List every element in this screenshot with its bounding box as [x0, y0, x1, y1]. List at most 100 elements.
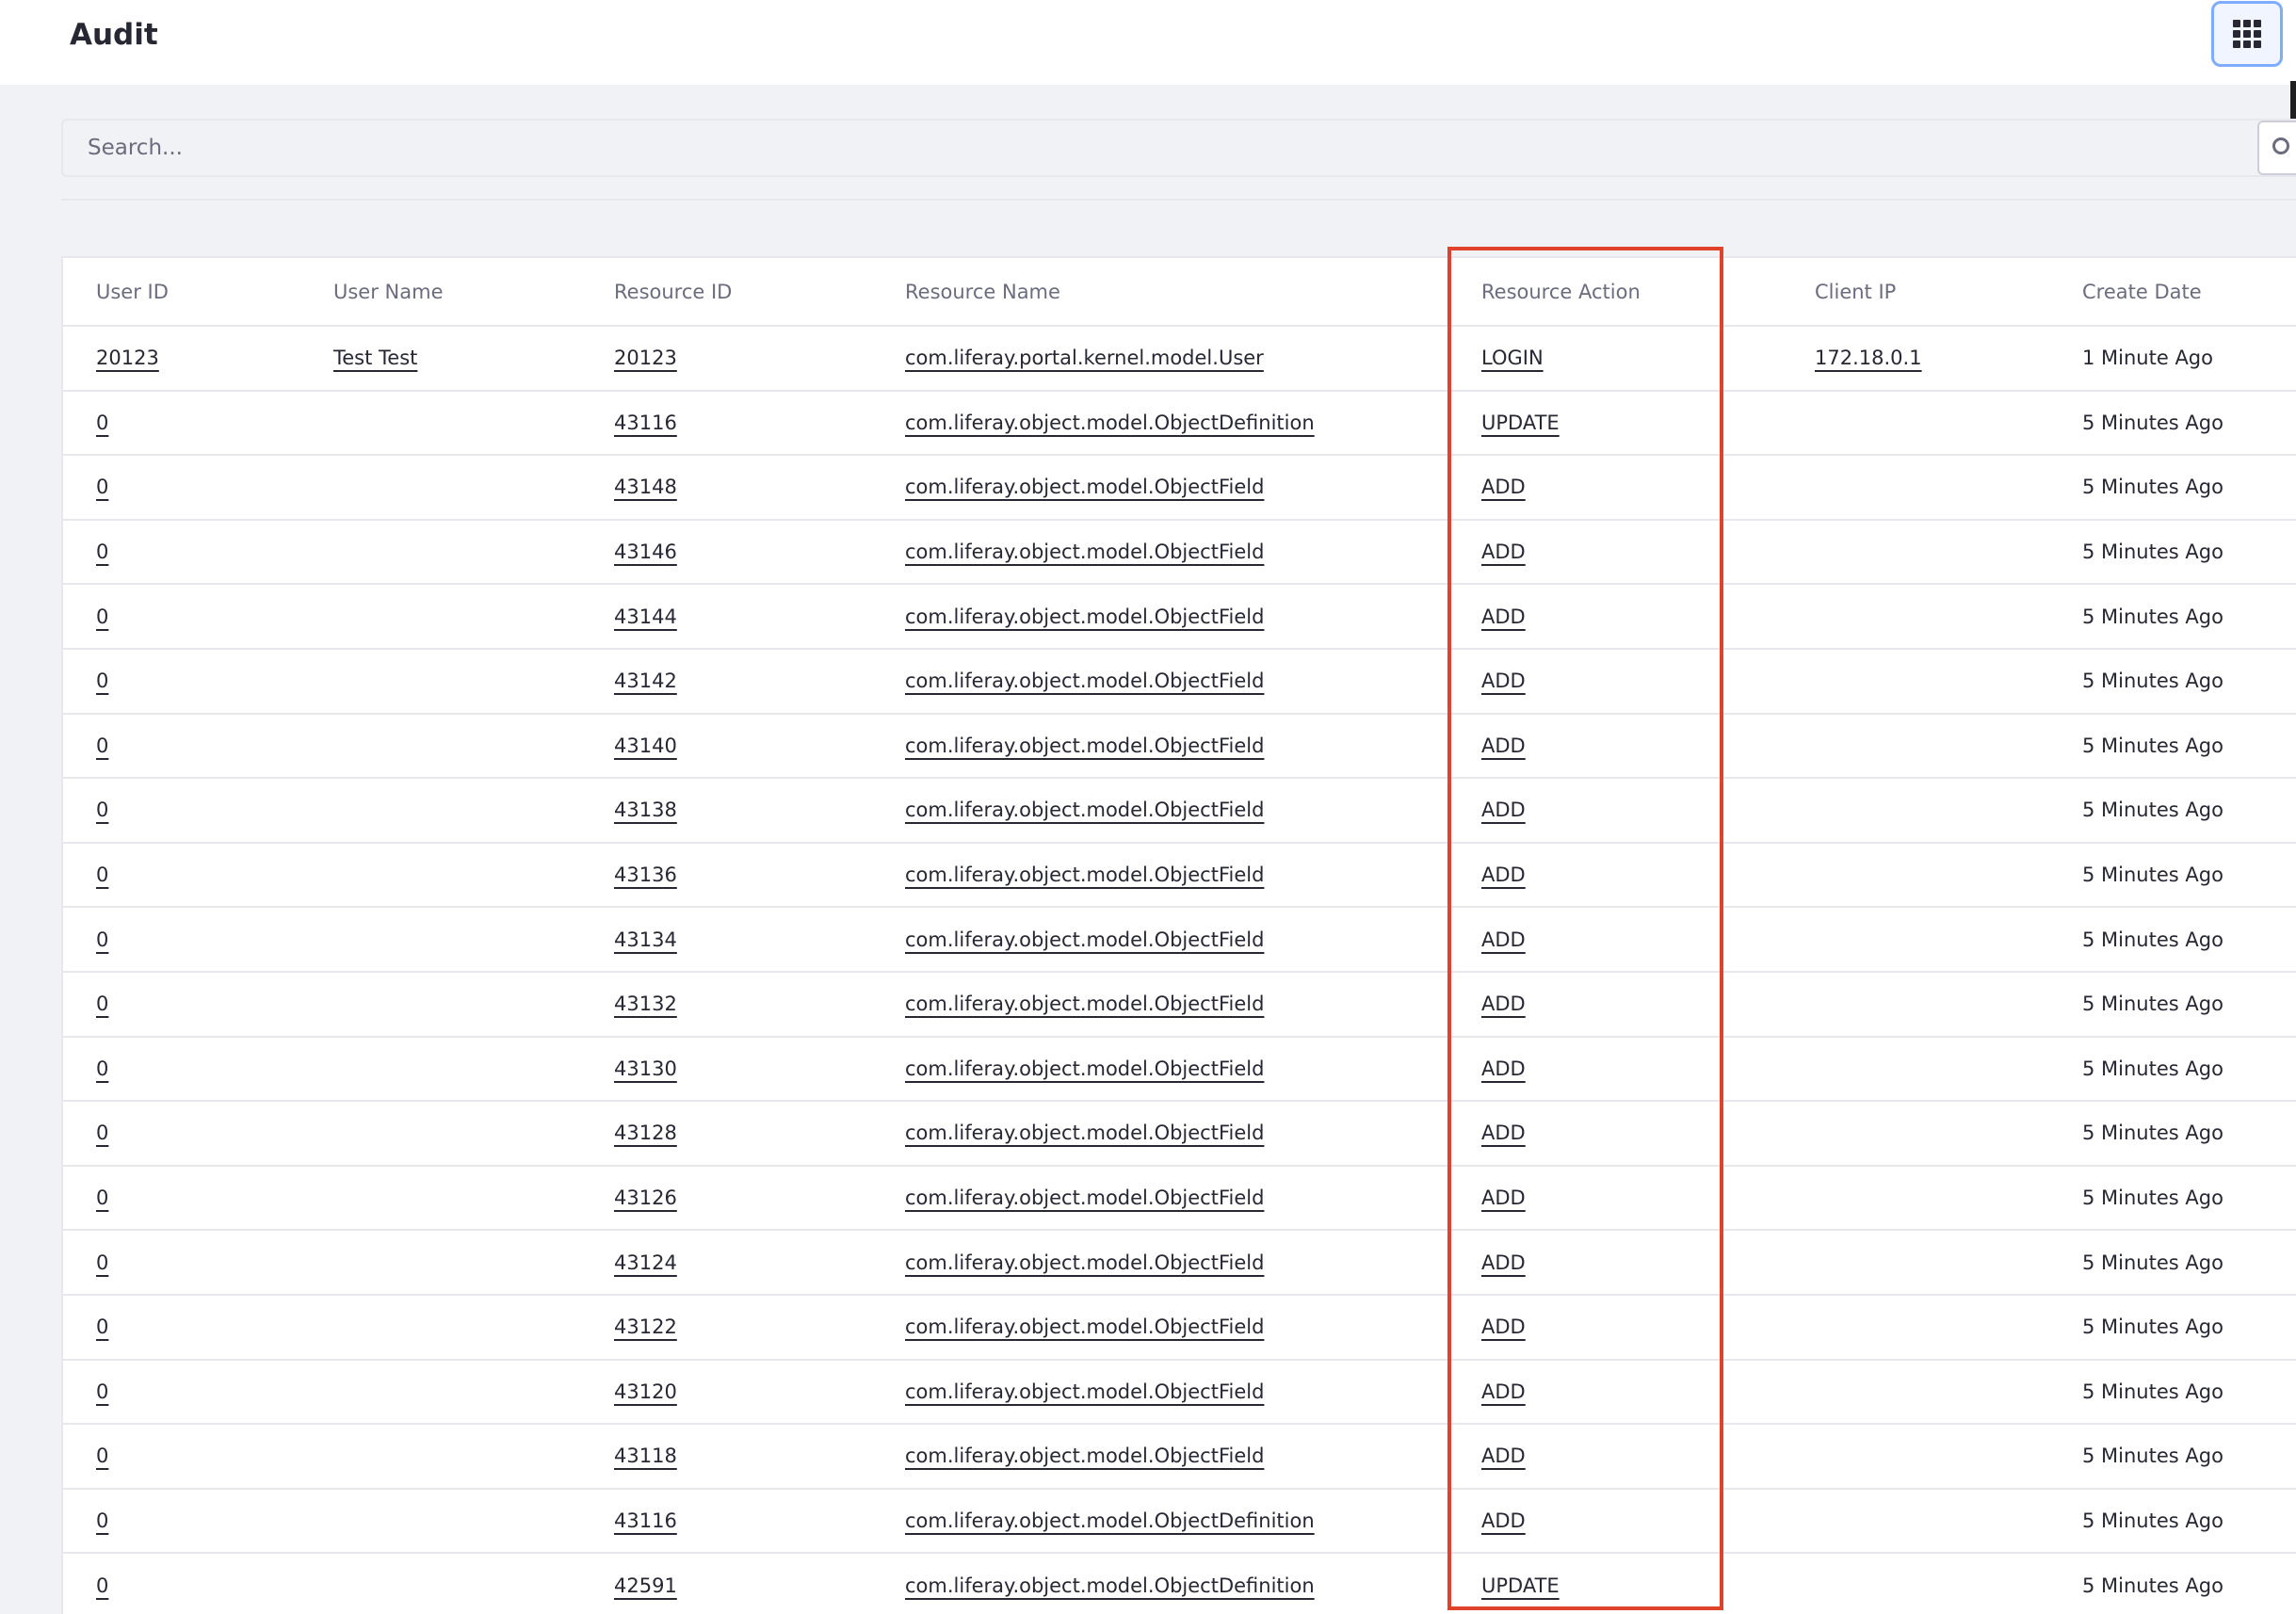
resource-id-link[interactable]: 20123: [614, 347, 677, 369]
user-id-link[interactable]: 0: [96, 1057, 108, 1080]
user-id-link[interactable]: 0: [96, 412, 108, 434]
resource-id-link[interactable]: 43122: [614, 1315, 677, 1338]
cell-user-id: 0: [63, 1230, 300, 1296]
cell-create-date: 5 Minutes Ago: [2049, 1424, 2296, 1490]
user-id-link[interactable]: 0: [96, 1251, 108, 1274]
resource-action-link[interactable]: ADD: [1481, 1122, 1526, 1144]
resource-id-link[interactable]: 43138: [614, 799, 677, 821]
apps-menu-button[interactable]: [2211, 1, 2283, 67]
column-header-client-ip[interactable]: Client IP: [1782, 258, 2049, 327]
resource-action-link[interactable]: ADD: [1481, 1315, 1526, 1338]
resource-action-link[interactable]: ADD: [1481, 476, 1526, 498]
resource-id-link[interactable]: 43136: [614, 863, 677, 886]
user-id-link[interactable]: 0: [96, 1445, 108, 1467]
resource-action-link[interactable]: ADD: [1481, 1057, 1526, 1080]
user-id-link[interactable]: 20123: [96, 347, 159, 369]
column-header-user-id[interactable]: User ID: [63, 258, 300, 327]
search-input[interactable]: [65, 122, 2259, 173]
resource-name-link[interactable]: com.liferay.object.model.ObjectDefinitio…: [905, 1574, 1315, 1597]
resource-id-link[interactable]: 43146: [614, 541, 677, 563]
client-ip-link[interactable]: 172.18.0.1: [1815, 347, 1922, 369]
resource-action-link[interactable]: ADD: [1481, 1380, 1526, 1403]
resource-name-link[interactable]: com.liferay.object.model.ObjectField: [905, 1122, 1264, 1144]
resource-action-link[interactable]: ADD: [1481, 734, 1526, 757]
resource-action-link[interactable]: ADD: [1481, 928, 1526, 951]
resource-id-link[interactable]: 43134: [614, 928, 677, 951]
resource-action-link[interactable]: ADD: [1481, 1186, 1526, 1209]
resource-action-link[interactable]: ADD: [1481, 541, 1526, 563]
resource-name-link[interactable]: com.liferay.object.model.ObjectField: [905, 993, 1264, 1015]
resource-action-link[interactable]: ADD: [1481, 799, 1526, 821]
resource-action-link[interactable]: UPDATE: [1481, 1574, 1560, 1597]
resource-id-link[interactable]: 43128: [614, 1122, 677, 1144]
user-id-link[interactable]: 0: [96, 734, 108, 757]
resource-action-link[interactable]: LOGIN: [1481, 347, 1544, 369]
user-id-link[interactable]: 0: [96, 928, 108, 951]
user-id-link[interactable]: 0: [96, 1315, 108, 1338]
resource-action-link[interactable]: ADD: [1481, 1509, 1526, 1532]
resource-name-link[interactable]: com.liferay.object.model.ObjectField: [905, 928, 1264, 951]
resource-id-link[interactable]: 43126: [614, 1186, 677, 1209]
resource-name-link[interactable]: com.liferay.object.model.ObjectField: [905, 1380, 1264, 1403]
resource-action-link[interactable]: ADD: [1481, 670, 1526, 692]
resource-name-link[interactable]: com.liferay.object.model.ObjectField: [905, 1251, 1264, 1274]
resource-action-link[interactable]: ADD: [1481, 993, 1526, 1015]
resource-id-link[interactable]: 43148: [614, 476, 677, 498]
user-id-link[interactable]: 0: [96, 670, 108, 692]
user-id-link[interactable]: 0: [96, 605, 108, 628]
user-id-link[interactable]: 0: [96, 863, 108, 886]
user-id-link[interactable]: 0: [96, 1509, 108, 1532]
user-id-link[interactable]: 0: [96, 1574, 108, 1597]
resource-id-link[interactable]: 43132: [614, 993, 677, 1015]
column-header-user-name[interactable]: User Name: [300, 258, 581, 327]
resource-id-link[interactable]: 43142: [614, 670, 677, 692]
resource-name-link[interactable]: com.liferay.object.model.ObjectField: [905, 734, 1264, 757]
resource-name-link[interactable]: com.liferay.object.model.ObjectField: [905, 476, 1264, 498]
resource-name-link[interactable]: com.liferay.object.model.ObjectField: [905, 1445, 1264, 1467]
resource-id-link[interactable]: 43140: [614, 734, 677, 757]
resource-name-link[interactable]: com.liferay.object.model.ObjectField: [905, 799, 1264, 821]
cell-resource-id: 20123: [581, 326, 872, 392]
user-id-link[interactable]: 0: [96, 1186, 108, 1209]
resource-action-link[interactable]: ADD: [1481, 863, 1526, 886]
resource-name-link[interactable]: com.liferay.object.model.ObjectField: [905, 541, 1264, 563]
user-id-link[interactable]: 0: [96, 799, 108, 821]
cell-client-ip: [1782, 1165, 2049, 1232]
resource-action-link[interactable]: UPDATE: [1481, 412, 1560, 434]
user-id-link[interactable]: 0: [96, 1122, 108, 1144]
resource-action-link[interactable]: ADD: [1481, 1445, 1526, 1467]
column-header-create-date[interactable]: Create Date: [2049, 258, 2296, 327]
user-name-link[interactable]: Test Test: [333, 347, 417, 369]
resource-name-link[interactable]: com.liferay.object.model.ObjectField: [905, 1315, 1264, 1338]
resource-name-link[interactable]: com.liferay.object.model.ObjectField: [905, 605, 1264, 628]
resource-id-link[interactable]: 43124: [614, 1251, 677, 1274]
user-id-link[interactable]: 0: [96, 541, 108, 563]
resource-id-link[interactable]: 42591: [614, 1574, 677, 1597]
resource-id-link[interactable]: 43144: [614, 605, 677, 628]
resource-name-link[interactable]: com.liferay.object.model.ObjectField: [905, 1057, 1264, 1080]
resource-action-link[interactable]: ADD: [1481, 1251, 1526, 1274]
column-header-resource-id[interactable]: Resource ID: [581, 258, 872, 327]
resource-name-link[interactable]: com.liferay.object.model.ObjectField: [905, 670, 1264, 692]
cell-resource-name: com.liferay.object.model.ObjectField: [872, 842, 1448, 909]
user-id-link[interactable]: 0: [96, 476, 108, 498]
resource-id-link[interactable]: 43118: [614, 1445, 677, 1467]
resource-name-link[interactable]: com.liferay.object.model.ObjectDefinitio…: [905, 412, 1315, 434]
resource-action-link[interactable]: ADD: [1481, 605, 1526, 628]
user-id-link[interactable]: 0: [96, 1380, 108, 1403]
search-button[interactable]: [2257, 121, 2296, 175]
resource-name-link[interactable]: com.liferay.object.model.ObjectDefinitio…: [905, 1509, 1315, 1532]
resource-id-link[interactable]: 43120: [614, 1380, 677, 1403]
cell-client-ip: [1782, 648, 2049, 715]
resource-id-link[interactable]: 43116: [614, 1509, 677, 1532]
user-id-link[interactable]: 0: [96, 993, 108, 1015]
resource-name-link[interactable]: com.liferay.object.model.ObjectField: [905, 1186, 1264, 1209]
cell-resource-action: LOGIN: [1448, 326, 1782, 392]
column-header-resource-name[interactable]: Resource Name: [872, 258, 1448, 327]
cell-resource-action: ADD: [1448, 1424, 1782, 1490]
resource-name-link[interactable]: com.liferay.object.model.ObjectField: [905, 863, 1264, 886]
resource-id-link[interactable]: 43116: [614, 412, 677, 434]
resource-name-link[interactable]: com.liferay.portal.kernel.model.User: [905, 347, 1264, 369]
resource-id-link[interactable]: 43130: [614, 1057, 677, 1080]
column-header-resource-action[interactable]: Resource Action: [1448, 258, 1782, 327]
